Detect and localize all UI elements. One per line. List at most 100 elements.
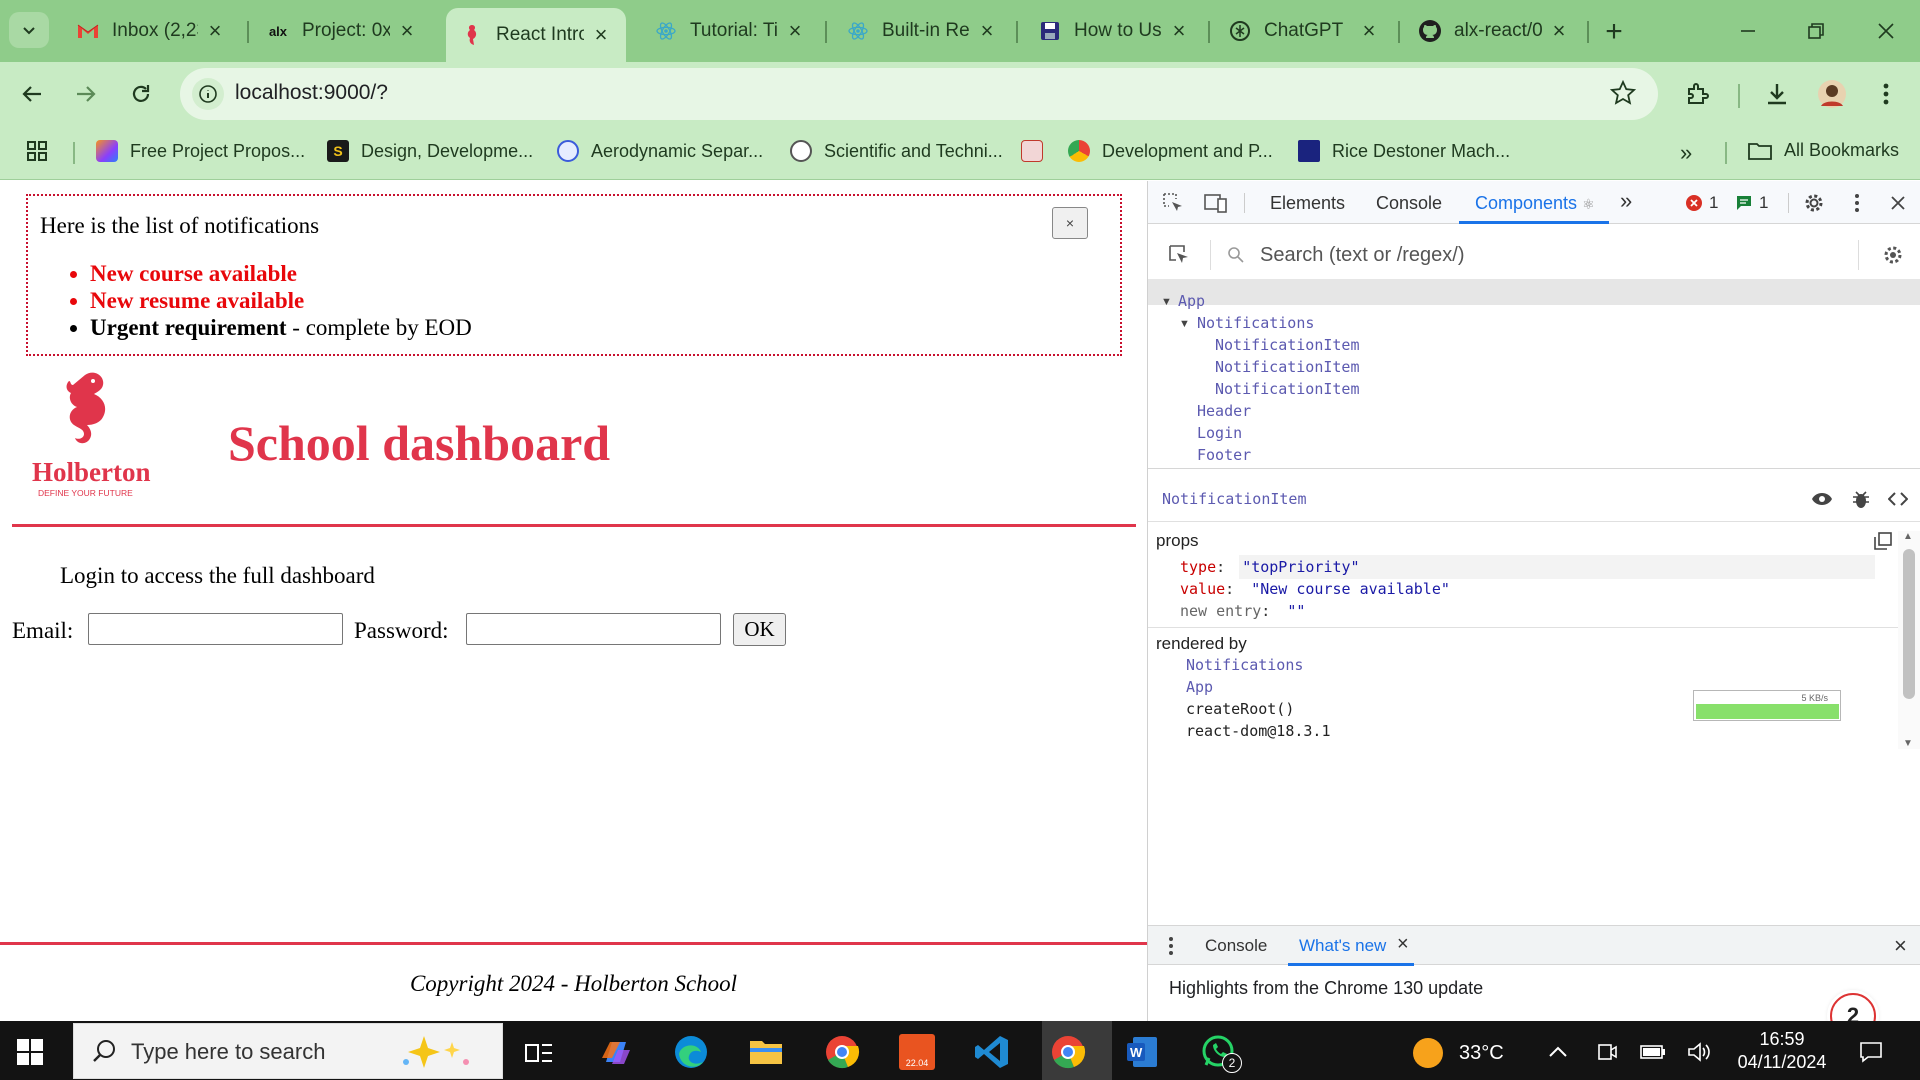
drawer-menu-button[interactable]: [1158, 933, 1184, 959]
back-button[interactable]: [12, 74, 52, 114]
chrome-button[interactable]: [820, 1030, 864, 1074]
ubuntu-terminal-button[interactable]: 22.04: [895, 1030, 939, 1074]
bookmark-item[interactable]: Free Project Propos...: [96, 140, 305, 162]
bookmark-item[interactable]: [1021, 140, 1055, 162]
prop-row[interactable]: type: "topPriority": [1180, 558, 1360, 576]
close-icon[interactable]: ×: [590, 22, 612, 47]
components-search-input[interactable]: Search (text or /regex/): [1260, 244, 1465, 267]
tree-item-login[interactable]: Login: [1197, 424, 1242, 442]
inspect-element-button[interactable]: [1160, 190, 1186, 216]
show-hidden-icons-button[interactable]: [1545, 1039, 1571, 1065]
tab-elements[interactable]: Elements: [1270, 193, 1345, 214]
log-component-button[interactable]: [1848, 486, 1874, 512]
weather-widget[interactable]: 33°C: [1413, 1038, 1504, 1068]
tree-item-notificationitem[interactable]: NotificationItem: [1215, 380, 1360, 398]
profile-button[interactable]: [1812, 74, 1852, 114]
tree-item-footer[interactable]: Footer: [1197, 446, 1251, 464]
rendered-by-item[interactable]: Notifications: [1186, 656, 1303, 674]
more-bookmarks-button[interactable]: »: [1680, 140, 1692, 166]
bookmark-item[interactable]: Aerodynamic Separ...: [557, 140, 763, 162]
rendered-by-item[interactable]: App: [1186, 678, 1213, 696]
all-bookmarks-button[interactable]: All Bookmarks: [1748, 140, 1899, 161]
copy-props-button[interactable]: [1870, 528, 1896, 554]
close-notifications-button[interactable]: ×: [1052, 207, 1088, 239]
restore-button[interactable]: [1796, 14, 1836, 48]
site-info-button[interactable]: [192, 78, 224, 110]
tree-item-notificationitem[interactable]: NotificationItem: [1215, 336, 1360, 354]
close-window-button[interactable]: [1866, 14, 1906, 48]
scroll-down-icon[interactable]: ▼: [1903, 738, 1913, 749]
tree-item-header[interactable]: Header: [1197, 402, 1251, 420]
prop-row[interactable]: value: "New course available": [1180, 580, 1450, 598]
tree-item-notifications[interactable]: Notifications: [1197, 314, 1314, 332]
inspect-dom-button[interactable]: [1809, 486, 1835, 512]
devtools-menu-button[interactable]: [1844, 190, 1870, 216]
file-explorer-button[interactable]: [744, 1030, 788, 1074]
caret-down-icon[interactable]: ▼: [1161, 296, 1172, 308]
address-bar[interactable]: localhost:9000/?: [180, 68, 1658, 120]
caret-down-icon[interactable]: ▼: [1179, 318, 1190, 330]
close-icon[interactable]: ×: [396, 18, 418, 43]
more-tabs-button[interactable]: »: [1620, 188, 1632, 214]
tree-item-notificationitem[interactable]: NotificationItem: [1215, 358, 1360, 376]
tab-console[interactable]: Console: [1376, 193, 1442, 214]
errors-badge[interactable]: 1: [1685, 193, 1718, 213]
vscode-button[interactable]: [970, 1030, 1014, 1074]
select-component-button[interactable]: [1166, 242, 1192, 268]
forward-button[interactable]: [66, 74, 106, 114]
close-icon[interactable]: ×: [784, 18, 806, 43]
close-icon[interactable]: ×: [1397, 933, 1409, 956]
scrollbar-thumb[interactable]: [1903, 549, 1915, 699]
word-button[interactable]: W: [1120, 1030, 1164, 1074]
volume-button[interactable]: [1686, 1039, 1712, 1065]
drawer-tab-whats-new[interactable]: What's new: [1299, 936, 1386, 956]
new-tab-button[interactable]: +: [1598, 15, 1630, 48]
prop-value[interactable]: "New course available": [1251, 580, 1450, 598]
copilot-button[interactable]: [594, 1030, 638, 1074]
bookmark-item[interactable]: Scientific and Techni...: [790, 140, 1003, 162]
reload-button[interactable]: [121, 74, 161, 114]
bookmark-item[interactable]: Development and P...: [1068, 140, 1273, 162]
close-icon[interactable]: ×: [1168, 18, 1190, 43]
email-field[interactable]: [88, 613, 343, 645]
system-clock[interactable]: 16:59 04/11/2024: [1722, 1028, 1842, 1074]
drawer-tab-console[interactable]: Console: [1205, 936, 1267, 956]
tab-react-intro[interactable]: React Intro ×: [446, 8, 626, 62]
props-scrollbar[interactable]: ▲ ▼: [1898, 531, 1920, 749]
view-source-button[interactable]: [1885, 486, 1911, 512]
tab-built-in[interactable]: Built-in Re ×: [832, 11, 1012, 51]
ok-button[interactable]: OK: [733, 613, 786, 646]
device-toolbar-button[interactable]: [1203, 190, 1229, 216]
messages-badge[interactable]: 1: [1735, 193, 1768, 213]
minimize-button[interactable]: [1728, 14, 1768, 48]
tree-item-app[interactable]: App: [1178, 292, 1205, 310]
chrome-menu-button[interactable]: [1866, 74, 1906, 114]
password-field[interactable]: [466, 613, 721, 645]
whatsapp-button[interactable]: 2: [1197, 1030, 1242, 1074]
extensions-button[interactable]: [1678, 74, 1718, 114]
start-button[interactable]: [14, 1036, 46, 1068]
bookmark-star-button[interactable]: [1610, 80, 1636, 106]
close-drawer-button[interactable]: ×: [1894, 933, 1907, 959]
meet-now-button[interactable]: [1594, 1039, 1620, 1065]
battery-button[interactable]: [1640, 1039, 1666, 1065]
tab-alx-project[interactable]: alx Project: 0x ×: [252, 11, 432, 51]
task-view-button[interactable]: [517, 1030, 561, 1074]
prop-value-input[interactable]: "topPriority": [1242, 558, 1359, 576]
scroll-up-icon[interactable]: ▲: [1903, 531, 1913, 542]
notification-center-button[interactable]: [1858, 1039, 1884, 1065]
bookmark-item[interactable]: S Design, Developme...: [327, 140, 533, 162]
close-icon[interactable]: ×: [204, 18, 226, 43]
tab-how-to[interactable]: How to Us ×: [1024, 11, 1204, 51]
tab-github[interactable]: alx-react/0 ×: [1404, 11, 1584, 51]
tab-search-button[interactable]: [9, 12, 49, 48]
taskbar-search-box[interactable]: Type here to search: [73, 1023, 503, 1079]
prop-row[interactable]: new entry: "": [1180, 602, 1305, 620]
tab-tutorial[interactable]: Tutorial: Ti ×: [640, 11, 820, 51]
downloads-button[interactable]: [1757, 74, 1797, 114]
close-icon[interactable]: ×: [1548, 18, 1570, 43]
apps-button[interactable]: [26, 140, 48, 162]
close-icon[interactable]: ×: [976, 18, 998, 43]
tab-components[interactable]: Components ⚛: [1475, 193, 1595, 214]
close-devtools-button[interactable]: [1885, 190, 1911, 216]
